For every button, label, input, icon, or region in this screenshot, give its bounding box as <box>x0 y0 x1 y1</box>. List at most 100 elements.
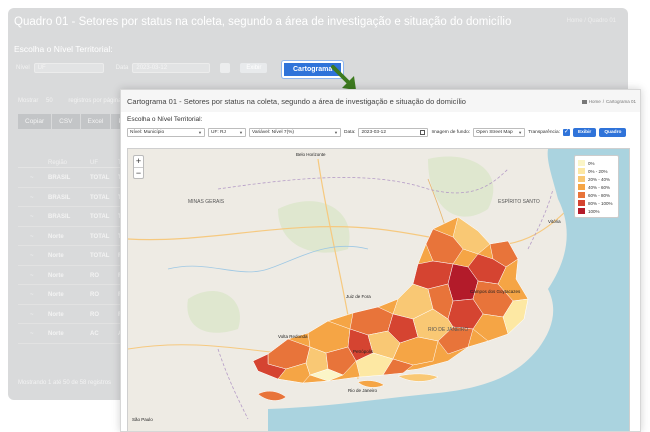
zoom-in-button[interactable]: + <box>134 156 143 167</box>
bg-calendar-icon[interactable] <box>220 63 231 73</box>
cell-regiao: Norte <box>48 311 64 318</box>
legend-swatch <box>578 200 585 206</box>
bg-registros-label: registros por página <box>68 98 122 104</box>
cell-regiao: BRASIL <box>48 214 71 220</box>
map-label-sao-paulo: São Paulo <box>132 417 153 422</box>
map-canvas[interactable] <box>128 149 630 432</box>
date-input-value: 2023-03-12 <box>361 130 387 135</box>
cell-uf: RO <box>90 311 99 318</box>
variavel-select[interactable]: Variável: Nível 7(%) ▼ <box>249 128 341 137</box>
legend-item: 40% - 60% <box>578 183 615 191</box>
home-icon[interactable] <box>581 99 587 104</box>
data-label: Data: <box>344 130 356 135</box>
zoom-control: + − <box>133 155 144 179</box>
cell-regiao: Norte <box>48 272 64 279</box>
bg-breadcrumb-home[interactable]: Home <box>567 18 583 24</box>
chevron-down-icon: ▼ <box>518 130 523 135</box>
chart-icon[interactable]: ~ <box>30 214 34 220</box>
cell-regiao: Norte <box>48 253 64 259</box>
map-label-juiz-de-fora: Juiz de Fora <box>346 294 371 299</box>
background-breadcrumb: Home / Quadro 01 <box>567 18 616 24</box>
cell-uf: RO <box>90 292 99 298</box>
legend-label: 0% <box>588 160 595 166</box>
nivel-select[interactable]: Nível: Município ▼ <box>127 128 205 137</box>
chart-icon[interactable]: ~ <box>30 234 34 240</box>
cartograma-window: Cartograma 01 - Setores por status na co… <box>120 89 641 432</box>
bg-table-info: Mostrando 1 até 50 de 58 registros <box>18 380 112 386</box>
legend-label: 0% - 20% <box>588 168 608 174</box>
bg-nivel-label: Nível <box>16 65 30 71</box>
map-legend: 0% 0% - 20% 20% - 40% 40% - 60% 60% - 80% 80%… <box>574 155 619 218</box>
cartograma-filters: Nível: Município ▼ UF: RJ ▼ Variável: Ní… <box>127 128 627 137</box>
bg-nivel-select[interactable]: UF <box>33 63 104 73</box>
legend-swatch <box>578 208 585 214</box>
uf-select-value: UF: RJ <box>211 130 226 135</box>
map-label-rio-state: RIO DE JANEIRO <box>428 327 469 333</box>
legend-item: 20% - 40% <box>578 175 615 183</box>
legend-item: 60% - 80% <box>578 191 615 199</box>
legend-swatch <box>578 184 585 190</box>
date-input[interactable]: 2023-03-12 <box>358 128 429 137</box>
cell-uf: TOTAL <box>90 194 110 201</box>
cell-uf: AC <box>90 331 99 337</box>
background-subtitle: Escolha o Nível Territorial: <box>14 44 113 54</box>
background-page-title: Quadro 01 - Setores por status na coleta… <box>14 16 512 28</box>
calendar-icon[interactable] <box>420 130 426 135</box>
breadcrumb-home[interactable]: Home <box>589 99 601 104</box>
zoom-out-button[interactable]: − <box>134 167 143 178</box>
legend-item: 0% - 20% <box>578 167 615 175</box>
imagem-fundo-label: Imagem de fundo: <box>431 130 471 135</box>
bg-mostrar-label: Mostrar <box>18 98 39 104</box>
uf-select[interactable]: UF: RJ ▼ <box>208 128 246 137</box>
cell-regiao: Norte <box>48 292 64 298</box>
legend-label: 40% - 60% <box>588 184 611 190</box>
cartograma-breadcrumb: Home / Cartograma 01 <box>581 99 636 104</box>
legend-item: 0% <box>578 159 615 167</box>
legend-swatch <box>578 160 585 166</box>
chart-icon[interactable]: ~ <box>30 273 34 279</box>
bg-data-label: Data <box>115 65 129 71</box>
bg-col-uf[interactable]: UF <box>90 160 98 166</box>
cell-uf: TOTAL <box>90 233 110 240</box>
chart-icon[interactable]: ~ <box>30 195 34 201</box>
screenshot-stage: Quadro 01 - Setores por status na coleta… <box>0 0 650 432</box>
legend-swatch <box>578 192 585 198</box>
variavel-select-value: Variável: Nível 7(%) <box>252 130 295 135</box>
chevron-down-icon: ▼ <box>198 130 202 135</box>
legend-item: 80% - 100% <box>578 199 615 207</box>
bg-page-length: Mostrar 50 registros por página <box>18 98 121 104</box>
bg-exibir-button[interactable]: Exibir <box>240 63 268 73</box>
cell-regiao: BRASIL <box>48 175 71 181</box>
bg-copiar-button[interactable]: Copiar <box>18 114 52 129</box>
chart-icon[interactable]: ~ <box>30 292 34 298</box>
bg-col-regiao[interactable]: Região <box>48 160 67 166</box>
bg-mostrar-select[interactable]: 50 <box>46 98 53 104</box>
cartograma-title: Cartograma 01 - Setores por status na co… <box>127 97 466 106</box>
bg-csv-button[interactable]: CSV <box>52 114 80 129</box>
transparencia-checkbox[interactable]: ✓ <box>562 129 570 136</box>
cell-regiao: Norte <box>48 233 64 240</box>
map-label-espirito-santo: ESPÍRITO SANTO <box>498 199 540 205</box>
chevron-down-icon: ▼ <box>239 130 243 135</box>
quadro-button[interactable]: Quadro <box>599 128 627 137</box>
map-label-volta-redonda: Volta Redonda <box>278 334 308 339</box>
bg-date-input[interactable]: 2023-03-12 <box>132 63 211 73</box>
legend-swatch <box>578 168 585 174</box>
map-label-petropolis: Petrópolis <box>353 349 374 354</box>
imagem-fundo-select[interactable]: Open Street Map ▼ <box>473 128 526 137</box>
chart-icon[interactable]: ~ <box>30 175 34 181</box>
chart-icon[interactable]: ~ <box>30 253 34 259</box>
bg-excel-button[interactable]: Excel <box>80 114 111 129</box>
chart-icon[interactable]: ~ <box>30 312 34 318</box>
chart-icon[interactable]: ~ <box>30 331 34 337</box>
imagem-fundo-value: Open Street Map <box>476 130 513 135</box>
legend-label: 20% - 40% <box>588 176 611 182</box>
choropleth-map[interactable]: + − Belo Horizonte ESPÍRITO SANTO Vitóri… <box>127 148 630 432</box>
nivel-select-value: Nível: Município <box>130 130 165 135</box>
cell-regiao: Norte <box>48 331 64 337</box>
cell-uf: TOTAL <box>90 253 110 259</box>
cartograma-subtitle: Escolha o Nível Territorial: <box>127 116 203 123</box>
legend-label: 80% - 100% <box>588 200 613 206</box>
exibir-button[interactable]: Exibir <box>572 128 597 137</box>
background-filters: Nível UF Data 2023-03-12 Exibir <box>16 63 268 73</box>
